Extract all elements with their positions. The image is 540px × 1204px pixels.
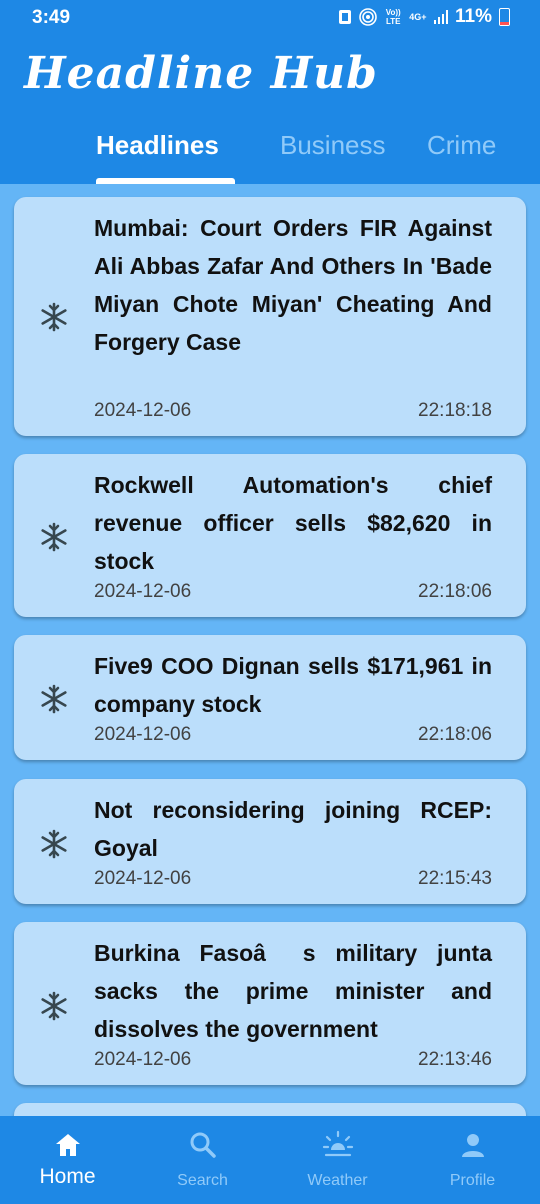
status-time: 3:49 xyxy=(32,7,71,28)
app-title: Headline Hub xyxy=(24,48,378,99)
news-time: 22:18:06 xyxy=(418,581,492,602)
volte-indicator: Vo)) LTE xyxy=(385,8,401,26)
nav-profile-label: Profile xyxy=(449,1172,496,1189)
news-headline: Burkina Fasoâs military junta sacks th… xyxy=(94,940,492,1042)
news-time: 22:18:18 xyxy=(418,400,492,421)
tab-crime[interactable]: Crime xyxy=(427,130,496,161)
news-card[interactable]: Mumbai: Court Orders FIR Against Ali Abb… xyxy=(14,197,526,436)
news-card[interactable]: Burkina Fasoâs military junta sacks th… xyxy=(14,922,526,1085)
snowflake-icon xyxy=(41,684,67,714)
status-icons: Vo)) LTE 4G+ 11% xyxy=(338,6,510,28)
news-headline: Mumbai: Court Orders FIR Against Ali Abb… xyxy=(94,215,492,355)
news-date: 2024-12-06 xyxy=(94,1049,192,1070)
news-date: 2024-12-06 xyxy=(94,724,192,745)
app-header: Headline Hub Headlines Business Crime xyxy=(0,34,540,184)
nfc-icon xyxy=(339,10,352,24)
snowflake-icon xyxy=(41,522,67,552)
status-bar: 3:49 Vo)) LTE 4G+ 11% xyxy=(0,0,540,34)
snowflake-icon xyxy=(41,829,67,859)
network-type-indicator: 4G+ xyxy=(409,12,427,22)
nav-search[interactable]: Search xyxy=(135,1116,270,1204)
nav-home[interactable]: Home xyxy=(0,1116,135,1204)
news-headline: Five9 COO Dignan sells $171,961 in compa… xyxy=(94,653,492,717)
news-card[interactable]: Five9 COO Dignan sells $171,961 in compa… xyxy=(14,635,526,760)
battery-icon xyxy=(499,8,510,26)
hotspot-icon xyxy=(359,8,378,26)
signal-icon xyxy=(433,10,449,24)
news-time: 22:18:06 xyxy=(418,724,492,745)
profile-icon xyxy=(461,1134,484,1157)
nav-weather[interactable]: Weather xyxy=(270,1116,405,1204)
news-time: 22:15:43 xyxy=(418,868,492,889)
news-card[interactable]: Rockwell Automation's chief revenue offi… xyxy=(14,454,526,617)
nav-home-label: Home xyxy=(39,1165,96,1188)
home-icon xyxy=(55,1134,80,1156)
news-time: 22:13:46 xyxy=(418,1049,492,1070)
nav-search-label: Search xyxy=(177,1172,228,1189)
nav-profile[interactable]: Profile xyxy=(405,1116,540,1204)
tab-business[interactable]: Business xyxy=(280,130,386,161)
battery-percentage: 11% xyxy=(455,6,492,27)
tab-headlines[interactable]: Headlines xyxy=(96,130,219,161)
news-list[interactable]: Mumbai: Court Orders FIR Against Ali Abb… xyxy=(0,184,540,1116)
news-date: 2024-12-06 xyxy=(94,400,192,421)
snowflake-icon xyxy=(41,991,67,1021)
weather-sun-icon xyxy=(322,1130,353,1157)
search-icon xyxy=(190,1132,216,1158)
bottom-navigation: Home Search Weather Profile xyxy=(0,1116,540,1204)
news-headline: Rockwell Automation's chief revenue offi… xyxy=(94,472,492,574)
news-card[interactable]: Not reconsidering joining RCEP: Goyal 20… xyxy=(14,779,526,904)
nav-weather-label: Weather xyxy=(307,1172,368,1189)
news-date: 2024-12-06 xyxy=(94,868,192,889)
snowflake-icon xyxy=(41,302,67,332)
news-date: 2024-12-06 xyxy=(94,581,192,602)
news-headline: Not reconsidering joining RCEP: Goyal xyxy=(94,797,492,861)
news-card-partial[interactable] xyxy=(14,1103,526,1116)
category-tabs: Headlines Business Crime xyxy=(0,126,540,184)
